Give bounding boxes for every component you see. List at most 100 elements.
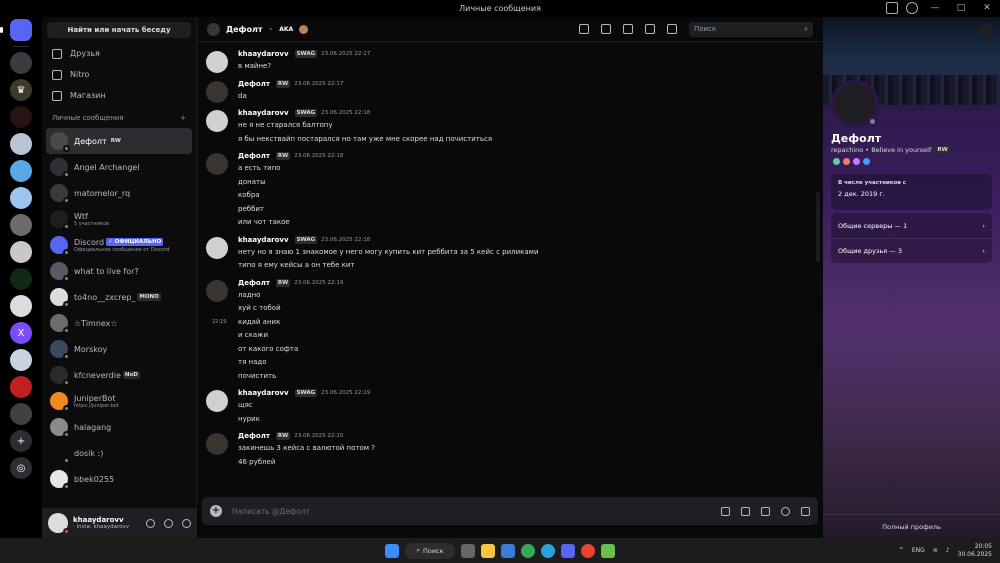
avatar[interactable] — [48, 513, 70, 535]
user-profile-icon[interactable] — [667, 24, 677, 34]
gif-icon[interactable] — [741, 506, 750, 516]
message-author[interactable]: Дефолт — [238, 152, 270, 160]
dm-item[interactable]: bbek0255 — [46, 466, 192, 492]
scrollbar[interactable] — [816, 192, 820, 262]
server-icon[interactable] — [10, 52, 32, 74]
server-icon[interactable] — [10, 295, 32, 317]
avatar[interactable] — [206, 433, 228, 455]
voice-call-icon[interactable] — [579, 24, 589, 34]
mutual-servers-row[interactable]: Общие серверы — 1 › — [831, 213, 992, 238]
telegram-icon[interactable] — [541, 543, 555, 558]
create-dm-button[interactable]: + — [180, 114, 186, 126]
message-author[interactable]: Дефолт — [238, 432, 270, 440]
emoji-icon[interactable] — [781, 506, 790, 516]
message-input[interactable]: + Написать @Дефолт — [202, 497, 818, 525]
search-input[interactable]: Поиск ⌕ — [689, 21, 813, 37]
headphones-icon[interactable] — [164, 518, 173, 528]
server-icon[interactable] — [10, 403, 32, 425]
dm-item[interactable]: ☆Timnex☆ — [46, 310, 192, 336]
settings-gear-icon[interactable] — [182, 518, 191, 528]
video-call-icon[interactable] — [601, 24, 611, 34]
server-icon[interactable] — [10, 349, 32, 371]
nav-shop[interactable]: Магазин — [42, 85, 196, 106]
avatar[interactable] — [206, 236, 228, 259]
file-explorer-icon[interactable] — [481, 543, 495, 558]
server-icon[interactable] — [10, 160, 32, 182]
message-author[interactable]: khaaydarovv — [238, 50, 289, 58]
minimize-button[interactable]: — — [922, 0, 948, 17]
message-group: Дефолт RW 23.06.2025 22:18 а есть типо донат… — [197, 150, 823, 230]
avatar[interactable] — [206, 110, 228, 132]
server-icon[interactable]: ♛ — [10, 79, 32, 101]
add-friends-icon[interactable] — [645, 24, 655, 34]
maximize-button[interactable]: □ — [948, 0, 974, 17]
chrome-profile-icon[interactable] — [581, 543, 595, 558]
dm-item[interactable]: Wtf 5 участников — [46, 206, 192, 232]
help-icon[interactable] — [906, 2, 918, 14]
server-icon[interactable] — [10, 268, 32, 290]
dm-item[interactable]: what to live for? — [46, 258, 192, 284]
avatar[interactable] — [206, 80, 228, 103]
profile-avatar[interactable] — [831, 80, 879, 128]
store-icon[interactable] — [501, 543, 515, 558]
server-icon[interactable] — [10, 214, 32, 236]
taskbar-search[interactable]: ⌕ Поиск — [405, 542, 455, 559]
server-icon[interactable] — [10, 376, 32, 398]
add-server-button[interactable]: + — [10, 430, 32, 452]
sticker-icon[interactable] — [761, 506, 770, 516]
dm-item[interactable]: kfcneverdie NoD — [46, 362, 192, 388]
nav-friends[interactable]: Друзья — [42, 43, 196, 64]
dm-item[interactable]: matomelor_rq — [46, 180, 192, 206]
chrome-icon[interactable] — [521, 543, 535, 558]
avatar[interactable] — [206, 279, 228, 302]
volume-icon[interactable]: ♪ — [946, 547, 950, 554]
server-icon[interactable] — [10, 241, 32, 263]
close-button[interactable]: ✕ — [974, 0, 1000, 17]
dm-item[interactable]: Morskoy — [46, 336, 192, 362]
server-icon[interactable] — [10, 106, 32, 128]
message-author[interactable]: Дефолт — [238, 80, 270, 88]
avatar[interactable] — [206, 153, 228, 175]
home-dm-button[interactable] — [0, 19, 32, 41]
chevron-up-icon[interactable]: ^ — [899, 547, 904, 554]
clock[interactable]: 20:05 30.06.2025 — [958, 543, 992, 559]
wifi-icon[interactable]: ≋ — [933, 547, 938, 554]
discover-icon[interactable]: ◎ — [10, 457, 32, 479]
discord-icon[interactable] — [561, 543, 575, 558]
dm-item[interactable]: Дефолт RW — [46, 128, 192, 154]
message-author[interactable]: khaaydarovv — [238, 109, 289, 117]
profile-badge-icon[interactable] — [843, 158, 850, 165]
profile-badge-icon[interactable] — [863, 158, 870, 165]
dm-item[interactable]: Discord ✓ ОФИЦИАЛЬНО Официальное сообщени… — [46, 232, 192, 258]
language-indicator[interactable]: ENG — [912, 547, 925, 554]
attach-plus-icon[interactable]: + — [210, 505, 222, 517]
minecraft-icon[interactable] — [601, 543, 615, 558]
avatar[interactable] — [206, 51, 228, 73]
mutual-friends-row[interactable]: Общие друзья — 3 › — [831, 238, 992, 263]
dm-item[interactable]: JuniperBot https://juniper.bot — [46, 388, 192, 414]
server-icon[interactable]: X — [10, 322, 32, 344]
dm-item[interactable]: to4no__zxcrep_ MONO — [46, 284, 192, 310]
apps-icon[interactable] — [801, 506, 810, 516]
nav-nitro[interactable]: Nitro — [42, 64, 196, 85]
profile-badge-icon[interactable] — [853, 158, 860, 165]
task-view-icon[interactable] — [461, 543, 475, 558]
gift-icon[interactable] — [721, 506, 730, 516]
message-author[interactable]: Дефолт — [238, 279, 270, 287]
dm-item[interactable]: Angel Archangel — [46, 154, 192, 180]
microphone-icon[interactable] — [146, 518, 155, 528]
pin-icon[interactable] — [623, 24, 633, 34]
server-icon[interactable] — [10, 187, 32, 209]
avatar[interactable] — [206, 390, 228, 412]
message-author[interactable]: khaaydarovv — [238, 236, 289, 244]
windows-start-icon[interactable] — [385, 543, 399, 558]
add-friend-icon[interactable] — [980, 23, 994, 37]
dm-item[interactable]: dosik :) — [46, 440, 192, 466]
inbox-icon[interactable] — [886, 2, 898, 14]
profile-badge-icon[interactable] — [833, 158, 840, 165]
message-author[interactable]: khaaydarovv — [238, 389, 289, 397]
server-icon[interactable] — [10, 133, 32, 155]
full-profile-button[interactable]: Полный профиль — [823, 514, 1000, 538]
dm-item[interactable]: halagang — [46, 414, 192, 440]
find-conversation-button[interactable]: Найти или начать беседу — [47, 22, 191, 38]
